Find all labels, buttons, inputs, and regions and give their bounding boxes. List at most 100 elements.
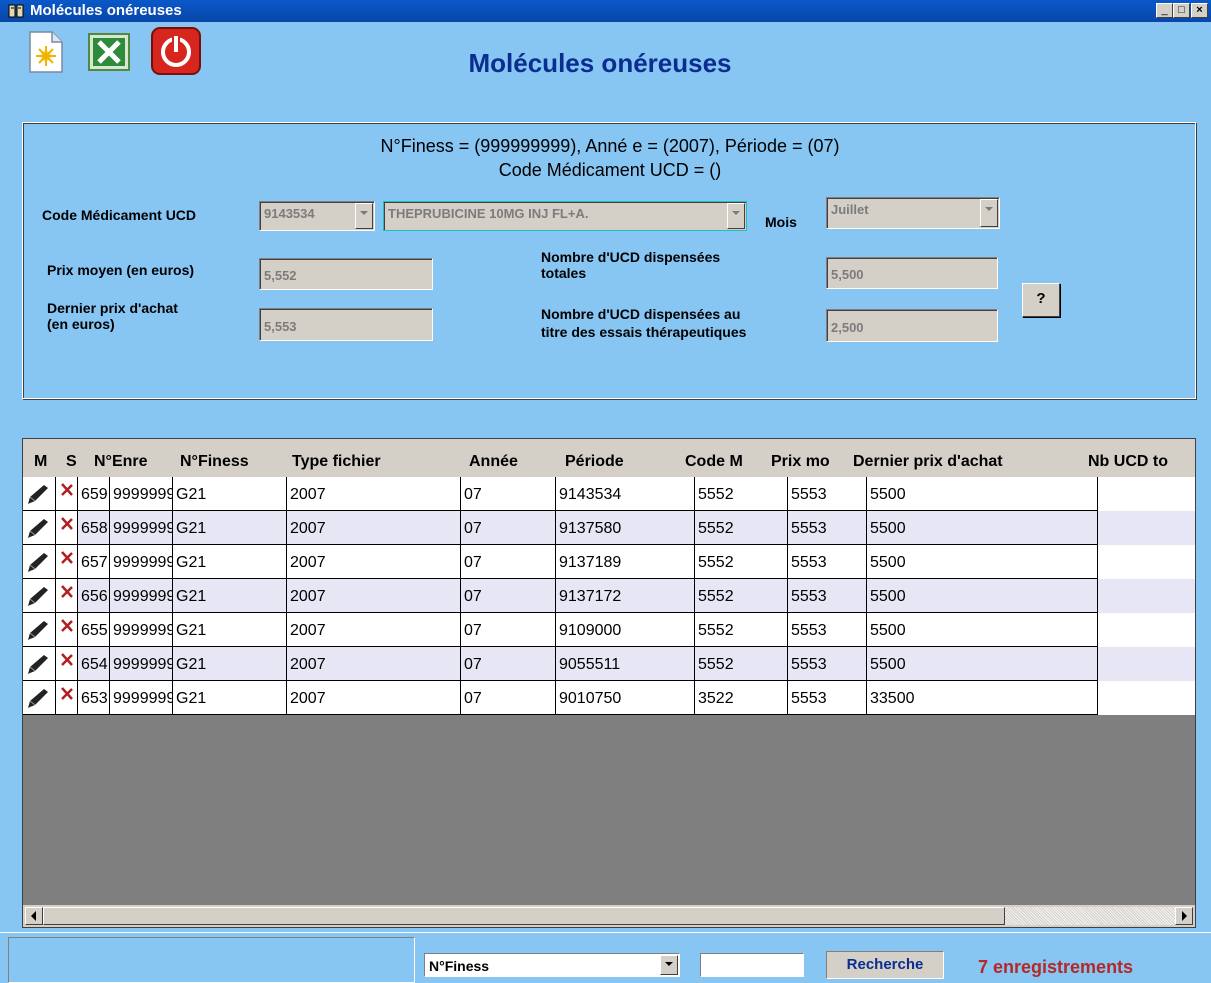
edit-cell[interactable]	[23, 511, 56, 545]
edit-cell[interactable]	[23, 545, 56, 579]
table-cell[interactable]: G21	[173, 511, 287, 545]
table-cell[interactable]: 999999999	[110, 511, 173, 545]
scroll-right-button[interactable]	[1175, 907, 1193, 925]
col-header-annee[interactable]: Année	[469, 453, 518, 471]
search-button[interactable]: Recherche	[826, 951, 944, 979]
table-cell[interactable]: 655	[78, 613, 110, 647]
table-cell[interactable]: 2007	[287, 613, 461, 647]
table-cell[interactable]: 999999999	[110, 647, 173, 681]
pencil-icon[interactable]	[26, 653, 52, 675]
scroll-left-button[interactable]	[25, 907, 43, 925]
table-cell[interactable]: 999999999	[110, 545, 173, 579]
table-cell[interactable]: 9137172	[556, 579, 695, 613]
table-cell[interactable]: 07	[461, 511, 556, 545]
table-cell[interactable]: 654	[78, 647, 110, 681]
col-header-type[interactable]: Type fichier	[292, 453, 381, 471]
table-cell[interactable]: 5553	[788, 647, 867, 681]
table-cell[interactable]: 5552	[695, 545, 788, 579]
table-cell[interactable]: 5553	[788, 579, 867, 613]
table-cell[interactable]: 999999999	[110, 579, 173, 613]
table-row[interactable]: 659999999999G212007079143534555255535500	[23, 477, 1195, 511]
scroll-track[interactable]	[1005, 907, 1175, 925]
pencil-icon[interactable]	[26, 619, 52, 641]
table-cell[interactable]: 5500	[867, 477, 1098, 511]
table-cell[interactable]: 07	[461, 545, 556, 579]
table-row[interactable]: 655999999999G212007079109000555255535500	[23, 613, 1195, 647]
pencil-icon[interactable]	[26, 585, 52, 607]
col-header-periode[interactable]: Période	[565, 453, 624, 471]
delete-x-icon[interactable]	[59, 686, 75, 702]
table-cell[interactable]: G21	[173, 647, 287, 681]
table-row[interactable]: 656999999999G212007079137172555255535500	[23, 579, 1195, 613]
table-cell[interactable]: 5553	[788, 545, 867, 579]
table-cell[interactable]: 5553	[788, 681, 867, 715]
table-cell[interactable]: G21	[173, 545, 287, 579]
table-cell[interactable]: 5500	[867, 511, 1098, 545]
excel-export-icon[interactable]	[87, 30, 131, 74]
table-cell[interactable]: 999999999	[110, 613, 173, 647]
col-header-finess[interactable]: N°Finess	[180, 453, 249, 471]
search-field-select[interactable]: N°Finess	[424, 953, 680, 977]
table-cell[interactable]: 07	[461, 681, 556, 715]
table-cell[interactable]: 5500	[867, 613, 1098, 647]
table-row[interactable]: 653999999999G212007079010750352255533350…	[23, 681, 1195, 715]
pencil-icon[interactable]	[26, 551, 52, 573]
delete-cell[interactable]	[56, 511, 78, 545]
mois-select[interactable]: Juillet	[826, 197, 1000, 229]
help-button[interactable]: ?	[1022, 283, 1060, 317]
delete-x-icon[interactable]	[59, 482, 75, 498]
col-header-dernier[interactable]: Dernier prix d'achat	[853, 453, 1003, 471]
table-cell[interactable]: 2007	[287, 545, 461, 579]
table-cell[interactable]: 999999999	[110, 477, 173, 511]
chevron-down-icon[interactable]	[980, 199, 998, 227]
edit-cell[interactable]	[23, 613, 56, 647]
table-cell[interactable]: 2007	[287, 511, 461, 545]
minimize-button[interactable]: _	[1156, 3, 1173, 18]
dernier-prix-field[interactable]: 5,553	[259, 308, 433, 341]
table-cell[interactable]: 5553	[788, 511, 867, 545]
delete-x-icon[interactable]	[59, 550, 75, 566]
edit-cell[interactable]	[23, 681, 56, 715]
delete-cell[interactable]	[56, 477, 78, 511]
table-cell[interactable]: 9010750	[556, 681, 695, 715]
table-cell[interactable]: 3522	[695, 681, 788, 715]
col-header-code[interactable]: Code M	[685, 453, 743, 471]
table-cell[interactable]: 659	[78, 477, 110, 511]
table-cell[interactable]: 5500	[867, 545, 1098, 579]
table-cell[interactable]: 9143534	[556, 477, 695, 511]
nb-essais-field[interactable]: 2,500	[826, 309, 998, 342]
table-cell[interactable]: 9137189	[556, 545, 695, 579]
scroll-thumb[interactable]	[43, 907, 1005, 925]
table-cell[interactable]: 07	[461, 647, 556, 681]
search-input[interactable]	[700, 953, 804, 977]
chevron-down-icon[interactable]	[660, 955, 678, 975]
table-cell[interactable]: 5500	[867, 579, 1098, 613]
chevron-down-icon[interactable]	[355, 203, 373, 229]
table-cell[interactable]: 5552	[695, 477, 788, 511]
table-cell[interactable]: 2007	[287, 681, 461, 715]
edit-cell[interactable]	[23, 647, 56, 681]
table-cell[interactable]: 33500	[867, 681, 1098, 715]
new-document-icon[interactable]	[26, 30, 66, 74]
delete-x-icon[interactable]	[59, 618, 75, 634]
ucd-code-select[interactable]: 9143534	[259, 201, 375, 231]
close-button[interactable]: ×	[1191, 3, 1208, 18]
table-cell[interactable]: 5553	[788, 477, 867, 511]
table-cell[interactable]: 999999999	[110, 681, 173, 715]
delete-x-icon[interactable]	[59, 516, 75, 532]
edit-cell[interactable]	[23, 579, 56, 613]
col-header-m[interactable]: M	[34, 453, 47, 471]
table-cell[interactable]: G21	[173, 681, 287, 715]
delete-cell[interactable]	[56, 545, 78, 579]
delete-x-icon[interactable]	[59, 652, 75, 668]
table-cell[interactable]: 5552	[695, 579, 788, 613]
table-cell[interactable]: 656	[78, 579, 110, 613]
power-exit-icon[interactable]	[150, 26, 202, 76]
table-cell[interactable]: 2007	[287, 647, 461, 681]
delete-x-icon[interactable]	[59, 584, 75, 600]
delete-cell[interactable]	[56, 681, 78, 715]
table-row[interactable]: 654999999999G212007079055511555255535500	[23, 647, 1195, 681]
col-header-prix[interactable]: Prix mo	[771, 453, 830, 471]
col-header-s[interactable]: S	[66, 453, 77, 471]
records-grid[interactable]: M S N°Enre N°Finess Type fichier Année P…	[22, 438, 1196, 928]
